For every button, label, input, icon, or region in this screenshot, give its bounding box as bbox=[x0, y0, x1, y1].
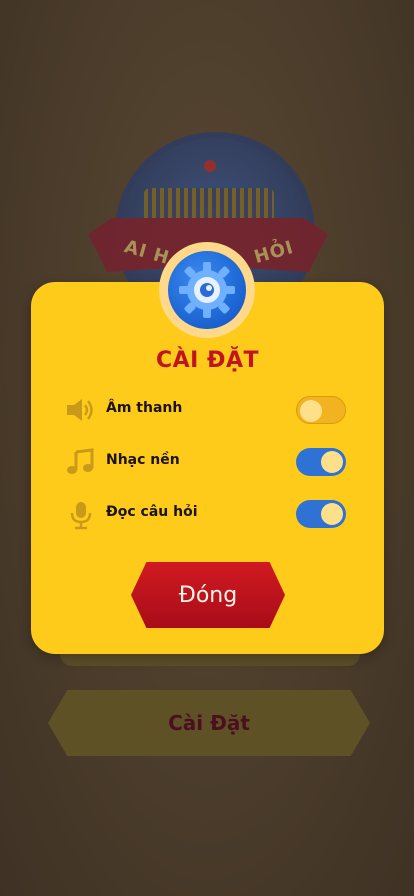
close-button[interactable]: Đóng bbox=[131, 562, 285, 628]
setting-row-music: Nhạc nền bbox=[66, 446, 346, 478]
close-button-label: Đóng bbox=[178, 582, 238, 608]
sound-toggle-knob bbox=[300, 400, 322, 422]
setting-row-read-question: Đọc câu hỏi bbox=[66, 498, 346, 530]
settings-badge bbox=[159, 242, 255, 338]
settings-title: CÀI ĐẶT bbox=[156, 348, 259, 373]
setting-label-read-question: Đọc câu hỏi bbox=[106, 504, 198, 520]
read-question-toggle[interactable] bbox=[296, 500, 346, 528]
setting-label-sound: Âm thanh bbox=[106, 400, 183, 416]
music-toggle[interactable] bbox=[296, 448, 346, 476]
setting-label-music: Nhạc nền bbox=[106, 452, 180, 468]
music-toggle-knob bbox=[321, 451, 343, 473]
setting-row-sound: Âm thanh bbox=[66, 394, 346, 426]
microphone-icon bbox=[66, 500, 96, 530]
gear-icon bbox=[168, 251, 246, 329]
music-note-icon bbox=[66, 448, 96, 476]
speaker-icon bbox=[66, 396, 96, 424]
sound-toggle[interactable] bbox=[296, 396, 346, 424]
read-question-toggle-knob bbox=[321, 503, 343, 525]
